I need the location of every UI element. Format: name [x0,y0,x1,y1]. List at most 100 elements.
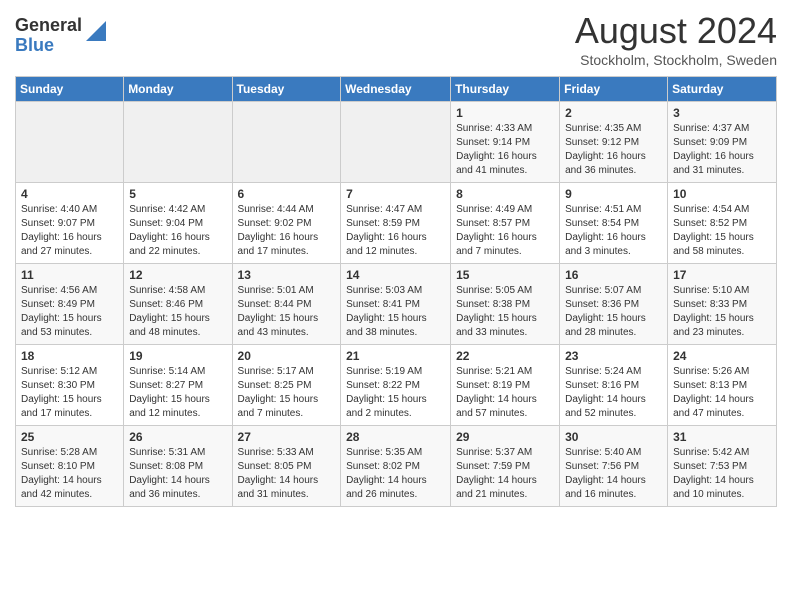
day-info: Sunrise: 5:28 AM Sunset: 8:10 PM Dayligh… [21,446,118,502]
day-number: 31 [673,430,771,444]
weekday-header-tuesday: Tuesday [232,77,341,102]
day-info: Sunrise: 5:05 AM Sunset: 8:38 PM Dayligh… [456,284,554,340]
calendar-cell: 3 Sunrise: 4:37 AM Sunset: 9:09 PM Daylig… [668,102,777,183]
day-number: 10 [673,187,771,201]
logo: General Blue [15,16,106,56]
day-number: 3 [673,106,771,120]
calendar-table: SundayMondayTuesdayWednesdayThursdayFrid… [15,76,777,507]
calendar-cell: 20 Sunrise: 5:17 AM Sunset: 8:25 PM Dayli… [232,345,341,426]
day-number: 19 [129,349,226,363]
calendar-cell: 16 Sunrise: 5:07 AM Sunset: 8:36 PM Dayli… [560,264,668,345]
calendar-cell: 14Sunrise: 5:03 AM Sunset: 8:41 PM Dayli… [341,264,451,345]
day-info: Sunrise: 4:37 AM Sunset: 9:09 PM Dayligh… [673,122,771,178]
day-info: Sunrise: 5:40 AM Sunset: 7:56 PM Dayligh… [565,446,662,502]
weekday-header-wednesday: Wednesday [341,77,451,102]
calendar-cell: 19 Sunrise: 5:14 AM Sunset: 8:27 PM Dayli… [124,345,232,426]
day-info: Sunrise: 5:12 AM Sunset: 8:30 PM Dayligh… [21,365,118,421]
day-info: Sunrise: 5:01 AM Sunset: 8:44 PM Dayligh… [238,284,336,340]
calendar-cell: 1Sunrise: 4:33 AM Sunset: 9:14 PM Daylig… [451,102,560,183]
day-number: 27 [238,430,336,444]
day-number: 25 [21,430,118,444]
day-number: 8 [456,187,554,201]
month-year-title: August 2024 [575,10,777,52]
calendar-cell: 24Sunrise: 5:26 AM Sunset: 8:13 PM Dayli… [668,345,777,426]
day-number: 6 [238,187,336,201]
day-info: Sunrise: 4:40 AM Sunset: 9:07 PM Dayligh… [21,203,118,259]
day-info: Sunrise: 5:37 AM Sunset: 7:59 PM Dayligh… [456,446,554,502]
day-info: Sunrise: 5:10 AM Sunset: 8:33 PM Dayligh… [673,284,771,340]
day-number: 15 [456,268,554,282]
calendar-cell: 11Sunrise: 4:56 AM Sunset: 8:49 PM Dayli… [16,264,124,345]
day-number: 7 [346,187,445,201]
day-info: Sunrise: 5:21 AM Sunset: 8:19 PM Dayligh… [456,365,554,421]
header: General Blue August 2024 Stockholm, Stoc… [15,10,777,68]
calendar-cell: 17 Sunrise: 5:10 AM Sunset: 8:33 PM Dayli… [668,264,777,345]
calendar-cell: 9Sunrise: 4:51 AM Sunset: 8:54 PM Daylig… [560,183,668,264]
calendar-cell: 10 Sunrise: 4:54 AM Sunset: 8:52 PM Dayli… [668,183,777,264]
calendar-cell: 29Sunrise: 5:37 AM Sunset: 7:59 PM Dayli… [451,426,560,507]
day-info: Sunrise: 4:47 AM Sunset: 8:59 PM Dayligh… [346,203,445,259]
day-number: 17 [673,268,771,282]
day-number: 12 [129,268,226,282]
calendar-cell [16,102,124,183]
day-info: Sunrise: 4:54 AM Sunset: 8:52 PM Dayligh… [673,203,771,259]
calendar-cell: 27Sunrise: 5:33 AM Sunset: 8:05 PM Dayli… [232,426,341,507]
calendar-cell [124,102,232,183]
day-number: 1 [456,106,554,120]
day-info: Sunrise: 5:31 AM Sunset: 8:08 PM Dayligh… [129,446,226,502]
calendar-cell: 5 Sunrise: 4:42 AM Sunset: 9:04 PM Daylig… [124,183,232,264]
weekday-header-row: SundayMondayTuesdayWednesdayThursdayFrid… [16,77,777,102]
day-number: 18 [21,349,118,363]
day-number: 4 [21,187,118,201]
calendar-cell: 22Sunrise: 5:21 AM Sunset: 8:19 PM Dayli… [451,345,560,426]
calendar-body: 1Sunrise: 4:33 AM Sunset: 9:14 PM Daylig… [16,102,777,507]
logo-blue-text: Blue [15,36,82,56]
title-area: August 2024 Stockholm, Stockholm, Sweden [575,10,777,68]
day-number: 23 [565,349,662,363]
calendar-week-row: 18 Sunrise: 5:12 AM Sunset: 8:30 PM Dayli… [16,345,777,426]
weekday-header-saturday: Saturday [668,77,777,102]
calendar-cell: 12 Sunrise: 4:58 AM Sunset: 8:46 PM Dayli… [124,264,232,345]
day-number: 5 [129,187,226,201]
calendar-week-row: 11Sunrise: 4:56 AM Sunset: 8:49 PM Dayli… [16,264,777,345]
day-number: 9 [565,187,662,201]
calendar-week-row: 25 Sunrise: 5:28 AM Sunset: 8:10 PM Dayli… [16,426,777,507]
day-number: 13 [238,268,336,282]
day-info: Sunrise: 4:44 AM Sunset: 9:02 PM Dayligh… [238,203,336,259]
weekday-header-sunday: Sunday [16,77,124,102]
calendar-cell: 2Sunrise: 4:35 AM Sunset: 9:12 PM Daylig… [560,102,668,183]
day-info: Sunrise: 4:58 AM Sunset: 8:46 PM Dayligh… [129,284,226,340]
day-info: Sunrise: 5:14 AM Sunset: 8:27 PM Dayligh… [129,365,226,421]
logo-general-text: General [15,16,82,36]
day-number: 30 [565,430,662,444]
weekday-header-monday: Monday [124,77,232,102]
calendar-cell: 15 Sunrise: 5:05 AM Sunset: 8:38 PM Dayli… [451,264,560,345]
day-info: Sunrise: 5:35 AM Sunset: 8:02 PM Dayligh… [346,446,445,502]
calendar-cell: 28 Sunrise: 5:35 AM Sunset: 8:02 PM Dayli… [341,426,451,507]
logo-icon [86,21,106,41]
day-number: 14 [346,268,445,282]
day-info: Sunrise: 5:26 AM Sunset: 8:13 PM Dayligh… [673,365,771,421]
day-number: 28 [346,430,445,444]
calendar-cell: 31 Sunrise: 5:42 AM Sunset: 7:53 PM Dayli… [668,426,777,507]
day-info: Sunrise: 5:42 AM Sunset: 7:53 PM Dayligh… [673,446,771,502]
calendar-cell: 8Sunrise: 4:49 AM Sunset: 8:57 PM Daylig… [451,183,560,264]
day-number: 21 [346,349,445,363]
calendar-week-row: 4 Sunrise: 4:40 AM Sunset: 9:07 PM Daylig… [16,183,777,264]
calendar-cell: 6 Sunrise: 4:44 AM Sunset: 9:02 PM Daylig… [232,183,341,264]
day-info: Sunrise: 5:07 AM Sunset: 8:36 PM Dayligh… [565,284,662,340]
day-number: 20 [238,349,336,363]
calendar-cell: 18 Sunrise: 5:12 AM Sunset: 8:30 PM Dayli… [16,345,124,426]
calendar-cell: 21 Sunrise: 5:19 AM Sunset: 8:22 PM Dayli… [341,345,451,426]
day-number: 11 [21,268,118,282]
day-info: Sunrise: 4:42 AM Sunset: 9:04 PM Dayligh… [129,203,226,259]
calendar-cell: 4 Sunrise: 4:40 AM Sunset: 9:07 PM Daylig… [16,183,124,264]
day-info: Sunrise: 5:19 AM Sunset: 8:22 PM Dayligh… [346,365,445,421]
day-number: 2 [565,106,662,120]
calendar-cell [341,102,451,183]
day-number: 16 [565,268,662,282]
weekday-header-friday: Friday [560,77,668,102]
calendar-cell: 23Sunrise: 5:24 AM Sunset: 8:16 PM Dayli… [560,345,668,426]
day-info: Sunrise: 5:17 AM Sunset: 8:25 PM Dayligh… [238,365,336,421]
calendar-cell: 13 Sunrise: 5:01 AM Sunset: 8:44 PM Dayli… [232,264,341,345]
